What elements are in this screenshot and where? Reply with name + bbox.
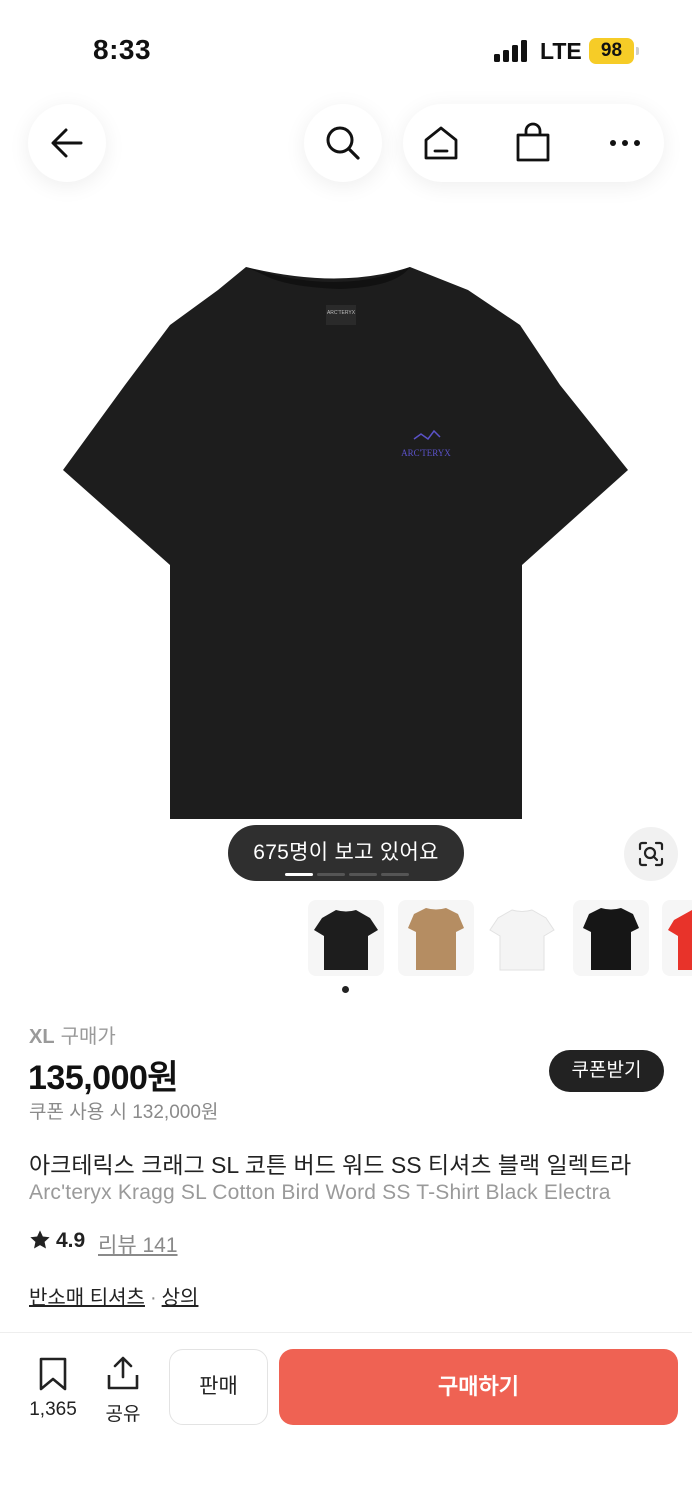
home-button[interactable] bbox=[421, 123, 461, 163]
more-button[interactable] bbox=[605, 129, 645, 157]
rating-score: 4.9 bbox=[56, 1229, 86, 1252]
image-search-button[interactable] bbox=[624, 827, 678, 881]
search-button[interactable] bbox=[304, 104, 382, 182]
battery-tip bbox=[636, 47, 639, 55]
bookmark-button[interactable]: 1,365 bbox=[22, 1355, 84, 1425]
product-title-en: Arc'teryx Kragg SL Cotton Bird Word SS T… bbox=[29, 1181, 611, 1204]
cart-button[interactable] bbox=[513, 122, 553, 164]
home-icon bbox=[424, 126, 458, 160]
buy-button[interactable]: 구매하기 bbox=[279, 1349, 678, 1425]
product-image[interactable]: ARC'TERYX ARC'TERYX bbox=[0, 205, 692, 885]
category-link-tops[interactable]: 상의 bbox=[162, 1287, 199, 1309]
brand-print-text: ARC'TERYX bbox=[401, 448, 451, 458]
battery-icon: 98 bbox=[589, 38, 634, 64]
divider bbox=[0, 1332, 692, 1333]
nav-actions-pill bbox=[403, 104, 664, 182]
back-button[interactable] bbox=[28, 104, 106, 182]
neck-label-text: ARC'TERYX bbox=[327, 310, 356, 316]
search-icon bbox=[326, 126, 360, 160]
category-breadcrumb: 반소매 티셔츠 · 상의 bbox=[29, 1281, 198, 1310]
star-icon bbox=[30, 1230, 50, 1249]
image-search-icon bbox=[638, 841, 664, 867]
price: 135,000원 bbox=[28, 1059, 179, 1097]
thumbnail-white[interactable] bbox=[484, 900, 560, 976]
size-value: XL bbox=[29, 1026, 55, 1048]
image-pager bbox=[285, 873, 409, 876]
size-suffix: 구매가 bbox=[60, 1026, 116, 1048]
thumbnail-red[interactable] bbox=[662, 900, 692, 976]
arrow-left-icon bbox=[51, 128, 83, 158]
thumbnail-tan[interactable] bbox=[398, 900, 474, 976]
status-time: 8:33 bbox=[93, 34, 152, 65]
bookmark-count: 1,365 bbox=[29, 1399, 77, 1420]
share-icon bbox=[107, 1356, 139, 1390]
product-title-ko: 아크테릭스 크래그 SL 코튼 버드 워드 SS 티셔츠 블랙 일렉트라 bbox=[29, 1152, 632, 1178]
thumbnail-black-2[interactable] bbox=[573, 900, 649, 976]
t-shirt-image: ARC'TERYX ARC'TERYX bbox=[63, 267, 628, 819]
bookmark-icon bbox=[39, 1357, 67, 1391]
more-horizontal-icon bbox=[610, 140, 640, 146]
network-type: LTE bbox=[540, 38, 582, 64]
coupon-button[interactable]: 쿠폰받기 bbox=[549, 1050, 664, 1092]
category-link-short-sleeve[interactable]: 반소매 티셔츠 bbox=[29, 1287, 145, 1309]
status-bar: 8:33 LTE 98 bbox=[0, 0, 692, 96]
thumbnail-black[interactable] bbox=[308, 900, 384, 976]
thumbnail-indicator bbox=[342, 986, 349, 993]
share-button[interactable]: 공유 bbox=[95, 1355, 151, 1425]
share-label: 공유 bbox=[105, 1404, 141, 1425]
coupon-price: 쿠폰 사용 시 132,000원 bbox=[29, 1102, 219, 1123]
sell-button[interactable]: 판매 bbox=[169, 1349, 268, 1425]
signal-icon bbox=[494, 40, 528, 62]
shopping-bag-icon bbox=[516, 122, 550, 162]
reviews-link[interactable]: 리뷰 141 bbox=[98, 1229, 178, 1259]
category-separator: · bbox=[149, 1287, 157, 1309]
size-label: XL 구매가 bbox=[29, 1020, 116, 1049]
